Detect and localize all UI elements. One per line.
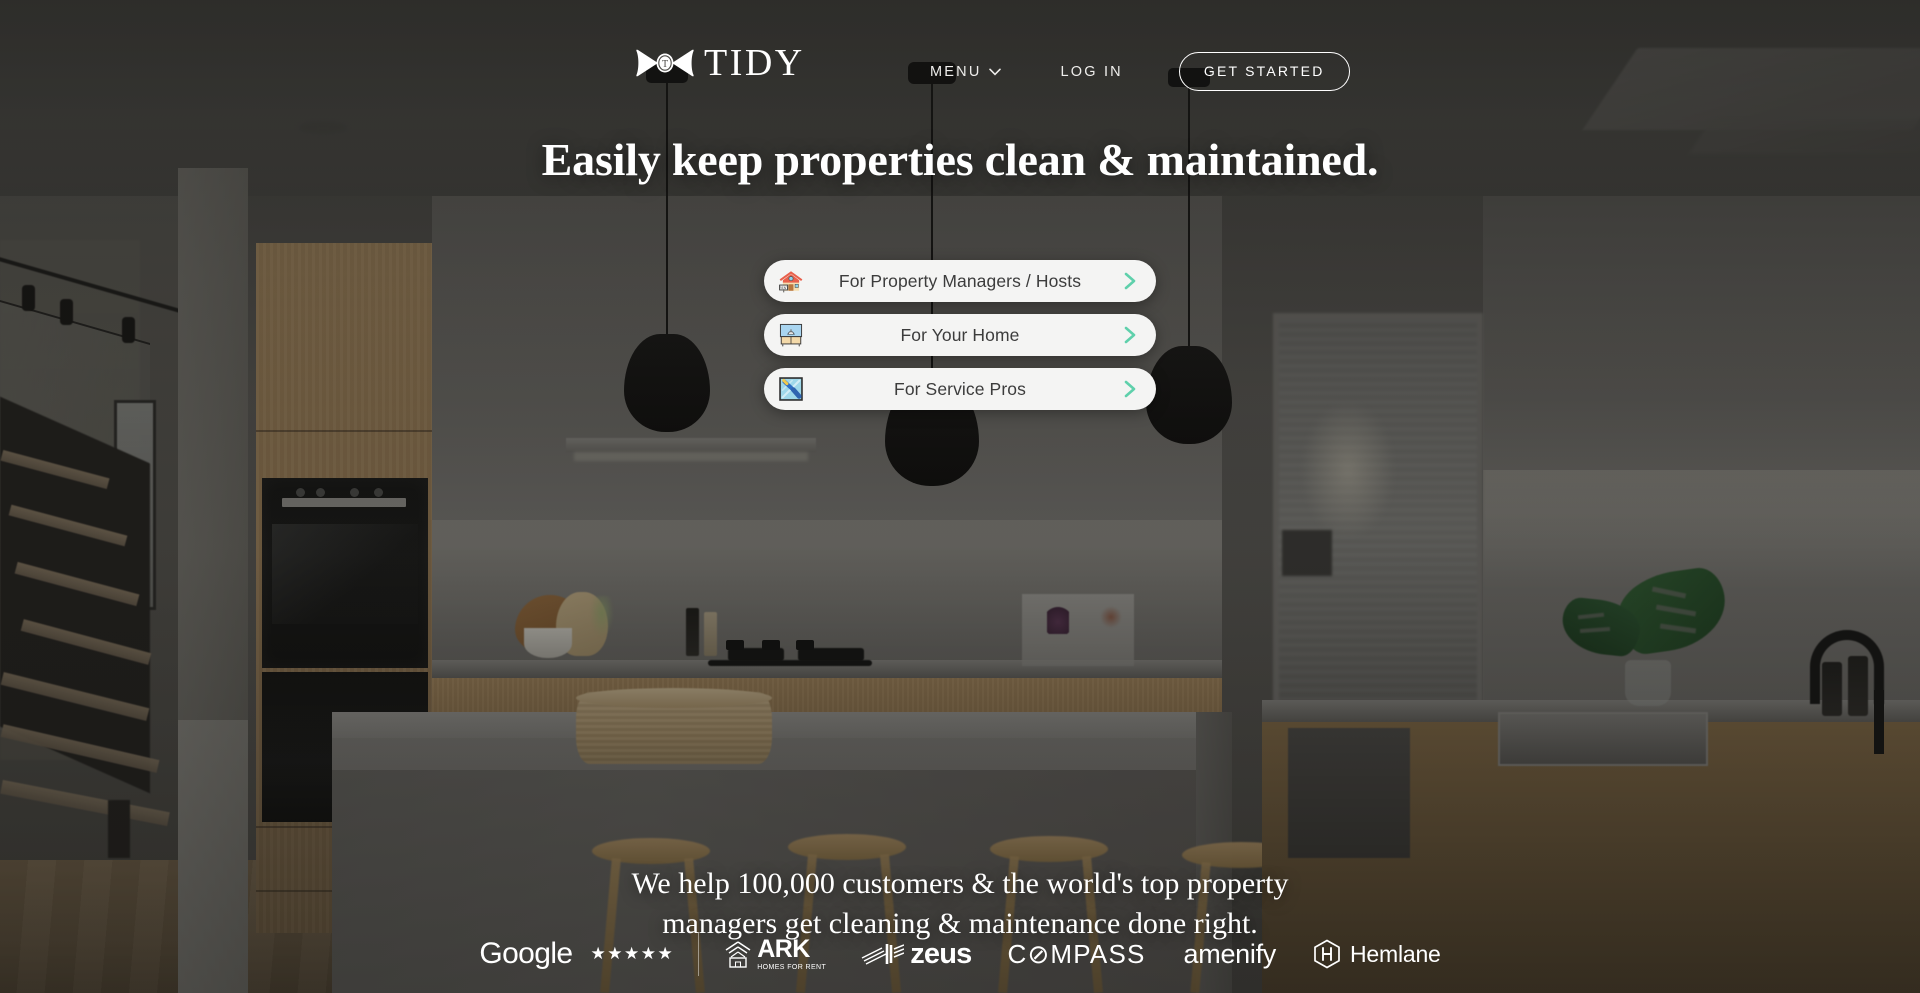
logo-ark: ARK HOMES FOR RENT xyxy=(723,937,826,971)
hemlane-wordmark: Hemlane xyxy=(1349,940,1441,967)
window-squeegee-icon xyxy=(779,377,803,401)
hero-content: T TIDY MENU LOG IN GET STARTED Easily ke… xyxy=(0,0,1920,993)
google-rating-stars: ★★★★★ xyxy=(590,944,675,963)
logo-zeus: zeus xyxy=(860,937,972,971)
zeus-wordmark: zeus xyxy=(910,937,972,970)
logo-divider xyxy=(698,932,700,976)
chevron-right-icon xyxy=(1124,272,1136,290)
cta-label: For Service Pros xyxy=(894,378,1026,399)
nav-menu-label: MENU xyxy=(930,63,982,80)
cta-label: For Your Home xyxy=(900,324,1020,345)
site-header: T TIDY MENU LOG IN GET STARTED xyxy=(0,0,1920,112)
chevron-right-icon xyxy=(1124,380,1136,398)
nav-menu[interactable]: MENU xyxy=(930,58,1001,86)
get-started-button[interactable]: GET STARTED xyxy=(1178,52,1350,91)
hemlane-hexagon-h-icon xyxy=(1314,939,1340,969)
main-nav: MENU LOG IN GET STARTED xyxy=(930,52,1350,91)
nav-login-label: LOG IN xyxy=(1060,63,1123,80)
chevron-down-icon xyxy=(988,68,1001,76)
logo-compass: C⊘MPASS xyxy=(1007,939,1145,970)
nav-login[interactable]: LOG IN xyxy=(1061,58,1123,86)
ark-tagline: HOMES FOR RENT xyxy=(757,964,827,971)
amenify-wordmark: amenify xyxy=(1183,938,1277,969)
cta-property-managers[interactable]: RENT For Property Managers / Hosts xyxy=(764,260,1156,302)
cta-service-pros[interactable]: For Service Pros xyxy=(764,368,1156,410)
zeus-arrow-mark-icon xyxy=(861,944,905,965)
google-wordmark: Google xyxy=(479,937,573,970)
svg-text:T: T xyxy=(662,59,668,70)
ark-house-mark-icon xyxy=(725,941,751,968)
compass-wordmark: C⊘MPASS xyxy=(1007,938,1146,969)
ark-wordmark: ARK xyxy=(757,935,810,963)
bathroom-sink-vanity-icon xyxy=(779,323,803,347)
chevron-right-icon xyxy=(1124,326,1136,344)
partner-logo-bar: Google ★★★★★ ARK HOMES FOR RENT zeus C⊘M… xyxy=(0,932,1920,976)
brand-name: TIDY xyxy=(704,42,805,84)
cta-label: For Property Managers / Hosts xyxy=(838,270,1082,291)
house-with-rent-sign-icon: RENT xyxy=(779,271,803,293)
page-root: T TIDY MENU LOG IN GET STARTED Easily ke… xyxy=(0,0,1920,993)
logo-amenify: amenify xyxy=(1183,938,1277,970)
hero-headline: Easily keep properties clean & maintaine… xyxy=(541,134,1379,185)
hero-cta-list: RENT For Property Managers / Hosts For Y… xyxy=(764,260,1156,410)
logo-hemlane: Hemlane xyxy=(1312,938,1441,970)
logo-google: Google ★★★★★ xyxy=(479,937,674,971)
cta-your-home[interactable]: For Your Home xyxy=(764,314,1156,356)
social-proof-line-1: We help 100,000 customers & the world's … xyxy=(631,867,1289,900)
bow-ribbon-icon: T xyxy=(636,49,694,77)
brand-logo-link[interactable]: T TIDY xyxy=(636,44,805,82)
